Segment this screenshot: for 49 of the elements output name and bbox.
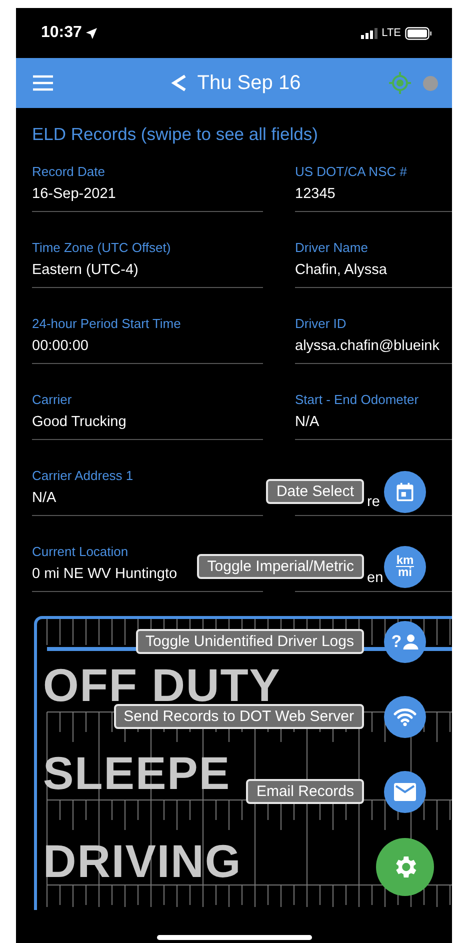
field-value: 0 mi NE WV Huntingto xyxy=(32,565,178,584)
field-label: Record Date xyxy=(32,164,106,180)
field-label: Start - End Odometer xyxy=(295,392,420,408)
action-tooltip: Date Select xyxy=(266,479,364,504)
field-value: N/A xyxy=(32,489,56,508)
field-label: Time Zone (UTC Offset) xyxy=(32,240,172,256)
header-title: Thu Sep 16 xyxy=(197,72,301,94)
field-value: Good Trucking xyxy=(32,413,126,432)
person-icon xyxy=(400,632,419,650)
field-value: en xyxy=(367,570,384,586)
action-button[interactable] xyxy=(384,696,426,738)
signal-icon xyxy=(360,28,378,38)
action-tooltip: Toggle Unidentified Driver Logs xyxy=(136,629,364,654)
action-button[interactable] xyxy=(384,770,426,812)
question-mark: ? xyxy=(391,632,402,652)
field-label: Current Location xyxy=(32,544,130,560)
field-value: 00:00:00 xyxy=(32,337,88,356)
envelope-icon xyxy=(394,782,416,800)
field-label: Carrier xyxy=(32,392,73,408)
status-dot xyxy=(423,76,438,90)
field-value: re xyxy=(367,494,380,510)
action-button[interactable] xyxy=(384,470,426,512)
back-button[interactable] xyxy=(171,73,188,93)
clock-time: 10:37 xyxy=(41,24,82,42)
menu-button[interactable] xyxy=(33,75,53,91)
location-arrow-icon xyxy=(86,28,97,38)
field-value: Eastern (UTC-4) xyxy=(32,261,138,280)
action-tooltip: Email Records xyxy=(246,779,364,804)
calendar-icon xyxy=(394,480,416,502)
section-title: ELD Records (swipe to see all fields) xyxy=(32,123,319,146)
field-value: 12345 xyxy=(295,185,336,204)
wifi-icon xyxy=(393,706,417,726)
field-label: Driver ID xyxy=(295,316,348,332)
battery-icon xyxy=(405,26,432,40)
action-tooltip: Send Records to DOT Web Server xyxy=(114,704,364,729)
field-label: Carrier Address 1 xyxy=(32,468,134,484)
location-target-icon xyxy=(389,72,411,94)
duty-status-label: OFF DUTY xyxy=(43,663,281,707)
field-label: 24-hour Period Start Time xyxy=(32,316,182,332)
network-label: LTE xyxy=(382,27,401,39)
field-value: alyssa.chafin@blueink xyxy=(295,337,440,356)
field-label: Driver Name xyxy=(295,240,369,256)
field-value: N/A xyxy=(295,413,320,432)
field-value: 16-Sep-2021 xyxy=(32,185,116,204)
action-tooltip: Toggle Imperial/Metric xyxy=(197,554,364,579)
action-button[interactable]: ? xyxy=(384,620,426,662)
action-button[interactable]: km mi xyxy=(384,546,426,588)
field-value: Chafin, Alyssa xyxy=(295,261,387,280)
field-label: US DOT/CA NSC # xyxy=(295,164,408,180)
